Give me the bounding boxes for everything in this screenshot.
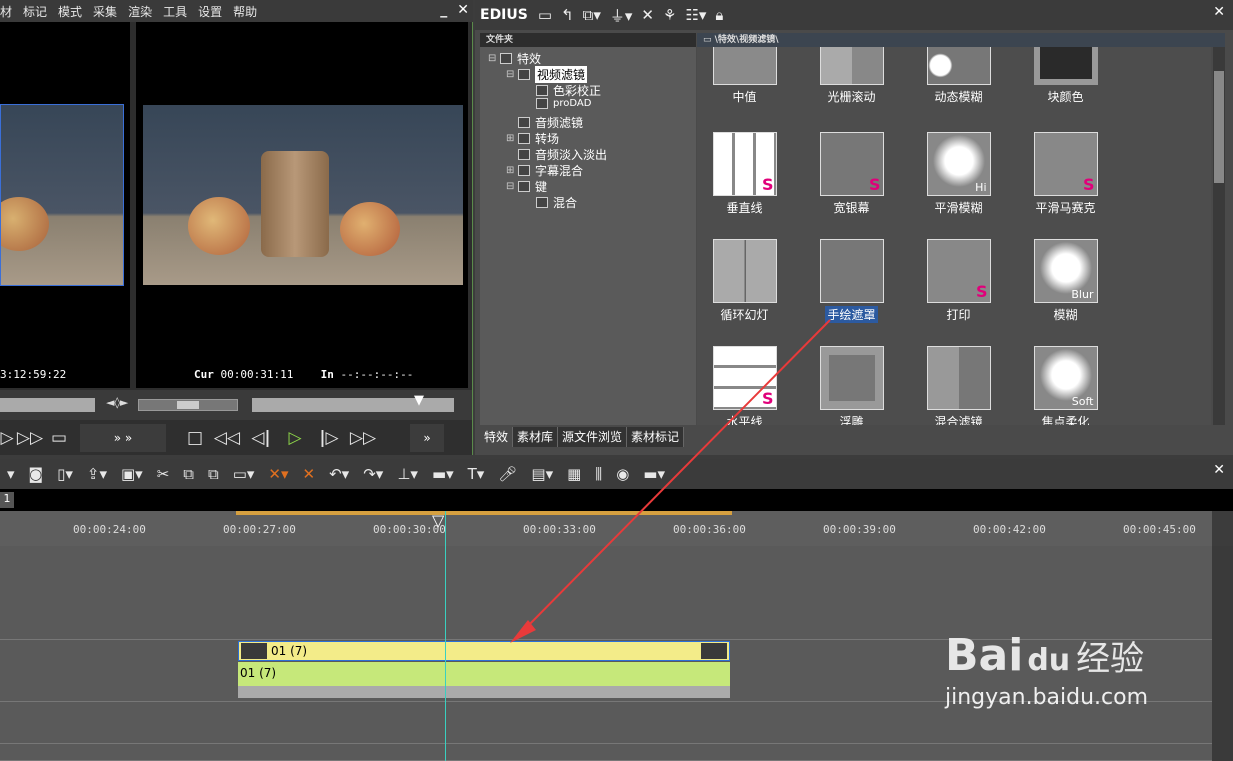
edius-window: 材 标记 模式 采集 渲染 工具 设置 帮助 _ ✕ 3:12:59:22 Cu…: [0, 0, 1233, 761]
watermark-brand: Bai: [945, 630, 1024, 681]
baidu-watermark: Bai du 经验 jingyan.baidu.com: [945, 630, 1148, 710]
watermark-logo-icon: du: [1027, 643, 1071, 678]
watermark-url: jingyan.baidu.com: [945, 685, 1149, 710]
watermark-brand2: 经验: [1076, 639, 1145, 679]
